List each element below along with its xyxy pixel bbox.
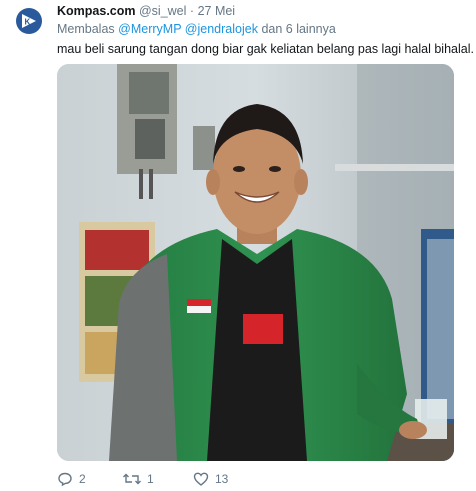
replying-to: Membalas @MerryMP @jendralojek dan 6 lai… [57,21,336,37]
avatar[interactable]: K [16,8,42,34]
retweet-count: 1 [147,472,154,486]
author-handle[interactable]: @si_wel [139,4,186,18]
tweet-actions: 2 1 13 [57,470,263,488]
separator-dot: · [189,4,195,18]
reply-icon [58,472,72,487]
like-button[interactable]: 13 [193,471,263,487]
like-count: 13 [215,472,229,486]
retweet-button[interactable]: 1 [123,471,193,487]
tweet-header: Kompas.com @si_wel · 27 Mei [57,3,235,19]
replying-prefix: Membalas [57,22,115,36]
like-icon [193,472,209,486]
tweet-photo[interactable] [57,64,454,461]
replying-others[interactable]: dan 6 lainnya [261,22,335,36]
reply-button[interactable]: 2 [57,471,123,487]
retweet-icon [123,473,141,485]
author-name[interactable]: Kompas.com [57,4,136,18]
mention-jendralojek[interactable]: @jendralojek [185,22,258,36]
svg-text:K: K [25,18,31,27]
reply-count: 2 [79,472,86,486]
tweet-date[interactable]: 27 Mei [198,4,236,18]
tweet-text: mau beli sarung tangan dong biar gak kel… [57,42,474,56]
photo-illustration [57,64,454,461]
kompas-logo-icon: K [22,14,36,28]
mention-merrymp[interactable]: @MerryMP [118,22,181,36]
